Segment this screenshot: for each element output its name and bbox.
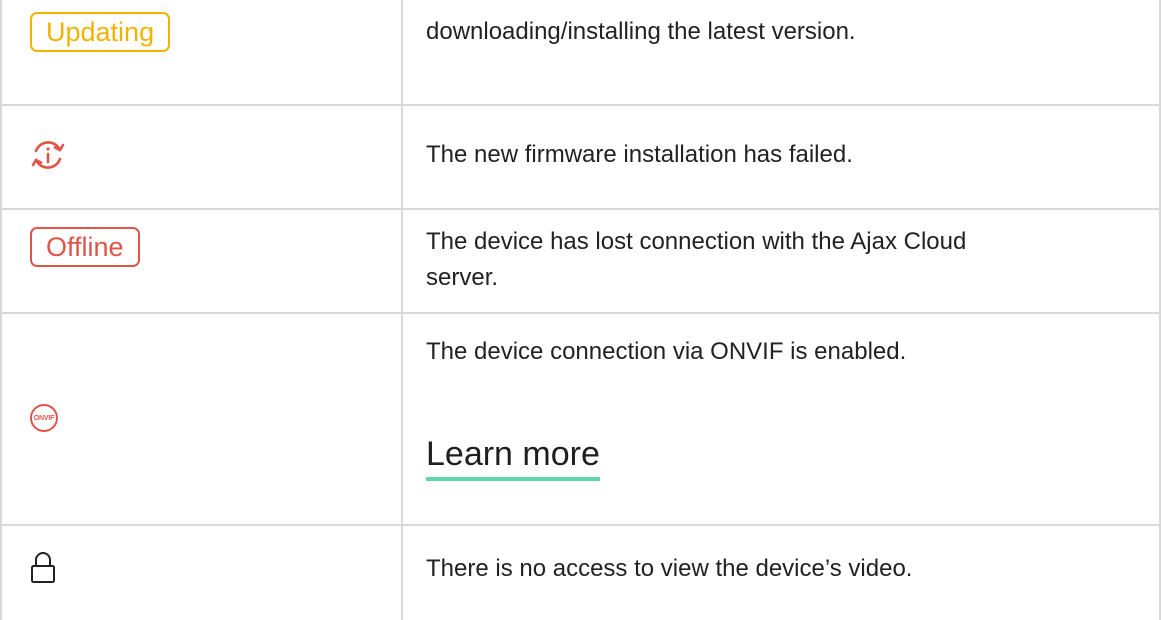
row-description: The device has lost connection with the …	[426, 224, 1126, 296]
table-row: ONVIF The device connection via ONVIF is…	[0, 314, 1161, 524]
row-description-line: The device has lost connection with the …	[426, 228, 967, 255]
row-description: The device connection via ONVIF is enabl…	[426, 338, 907, 365]
learn-more-link[interactable]: Learn more	[426, 434, 600, 481]
row-description: downloading/installing the latest versio…	[426, 18, 856, 45]
onvif-icon: ONVIF	[30, 404, 58, 432]
table-row: Updating downloading/installing the late…	[0, 0, 1161, 104]
table-row: The new firmware installation has failed…	[0, 106, 1161, 208]
row-description: The new firmware installation has failed…	[426, 141, 853, 168]
row-description-line: server.	[426, 264, 499, 291]
firmware-failed-icon	[31, 141, 65, 169]
offline-badge: Offline	[30, 227, 140, 267]
status-table: Updating downloading/installing the late…	[0, 0, 1161, 620]
table-row: There is no access to view the device’s …	[0, 526, 1161, 620]
updating-badge: Updating	[30, 12, 171, 52]
row-description: There is no access to view the device’s …	[426, 555, 913, 582]
table-row: Offline The device has lost connection w…	[0, 210, 1161, 312]
lock-icon	[31, 552, 55, 583]
